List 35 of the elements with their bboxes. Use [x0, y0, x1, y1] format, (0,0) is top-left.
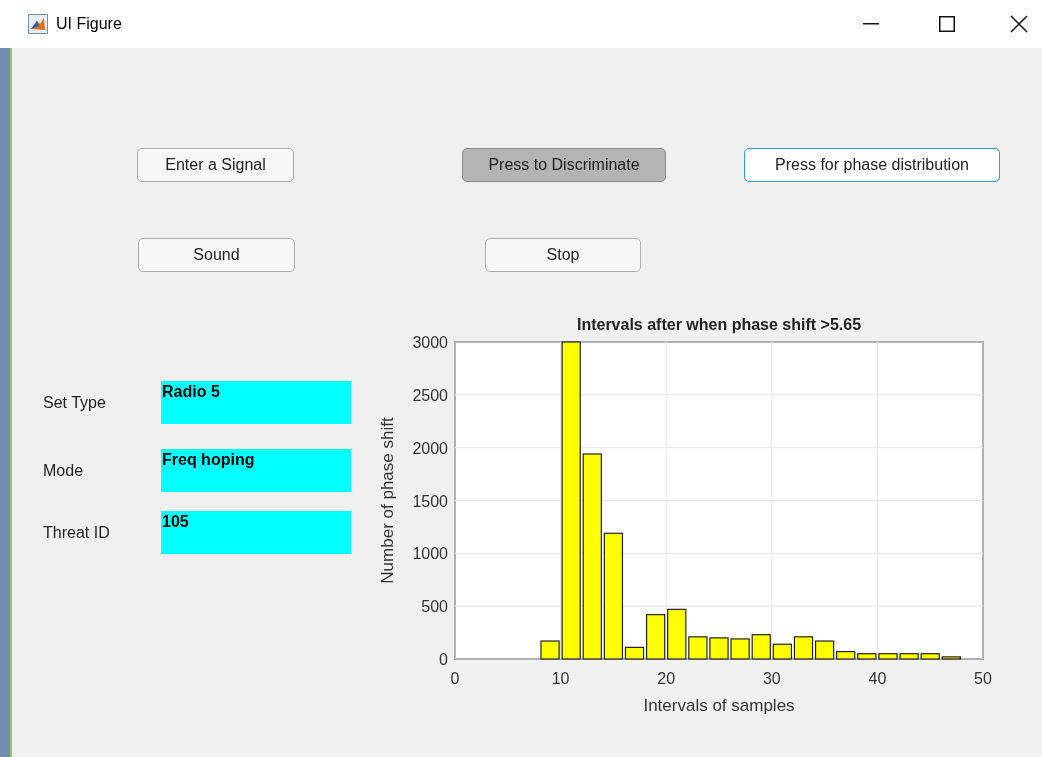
x-tick-label: 30 [762, 670, 781, 687]
x-axis-label: Intervals of samples [643, 696, 795, 715]
minimize-icon [863, 23, 879, 25]
y-tick-label: 500 [421, 598, 448, 616]
x-tick-label: 0 [450, 670, 460, 687]
field-label: Mode [43, 460, 85, 481]
push-button[interactable]: Press to Discriminate [462, 148, 666, 182]
maximize-icon [939, 16, 955, 32]
close-icon [1010, 15, 1028, 33]
y-tick-label: 1500 [412, 492, 448, 510]
push-button[interactable]: Press for phase distribution [744, 148, 1000, 182]
histogram-bar [730, 638, 750, 660]
y-tick-label: 0 [439, 651, 448, 668]
chart-title: Intervals after when phase shift >5.65 [576, 316, 862, 333]
y-tick-label: 2000 [412, 439, 448, 457]
y-tick-label: 2500 [412, 386, 448, 404]
push-button[interactable]: Stop [485, 238, 641, 272]
field-label: Set Type [43, 392, 107, 413]
y-axis-label: Number of phase shift [378, 417, 397, 584]
value-field: 105 [161, 511, 351, 554]
y-tick-label: 3000 [412, 334, 448, 351]
x-tick-label: 40 [868, 670, 887, 687]
histogram-bar [709, 637, 729, 660]
value-field: Freq hoping [161, 449, 351, 492]
push-button[interactable]: Enter a Signal [137, 148, 294, 182]
y-tick-label: 1000 [412, 545, 448, 563]
field-label: Threat ID [43, 522, 111, 543]
value-field: Radio 5 [161, 381, 351, 424]
x-tick-label: 20 [657, 670, 676, 687]
histogram-bar [793, 636, 814, 660]
push-button[interactable]: Sound [138, 238, 295, 272]
window-title: UI Figure [56, 14, 122, 34]
x-tick-label: 50 [974, 670, 992, 687]
x-tick-label: 10 [551, 670, 570, 687]
app-icon [28, 14, 48, 34]
